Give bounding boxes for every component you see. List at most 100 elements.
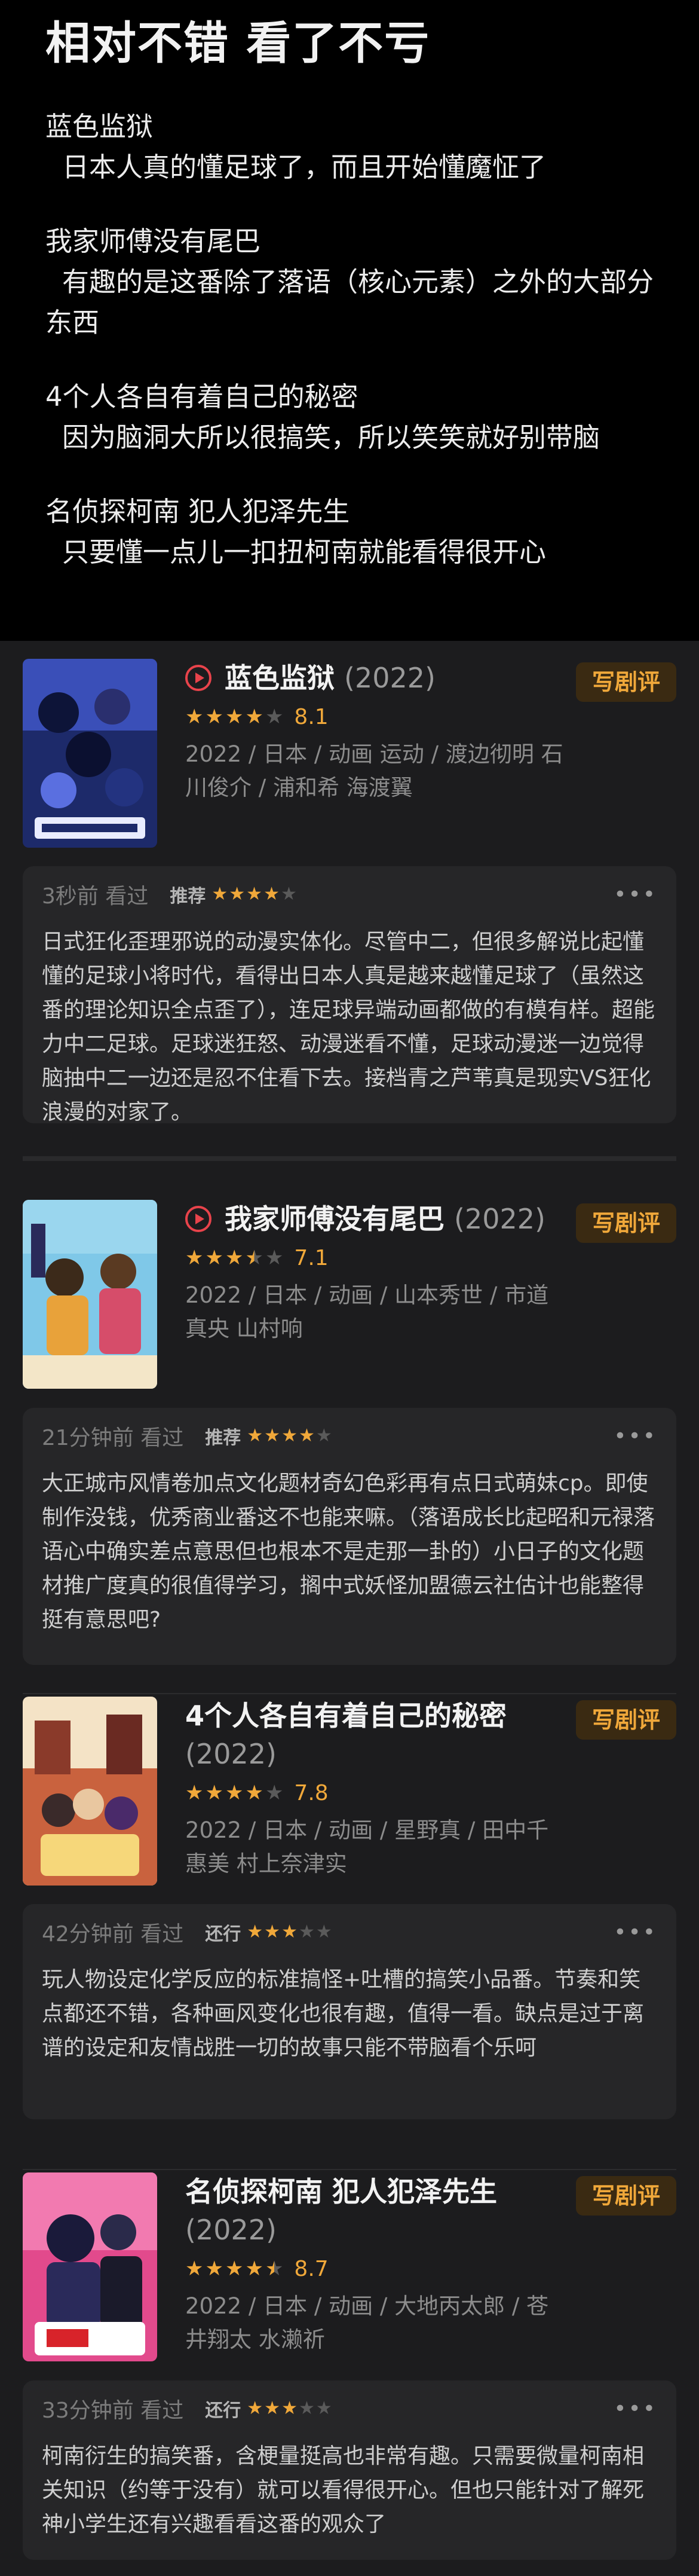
star-rating: ★ ★ ★ ★ ★ xyxy=(185,2257,283,2281)
star-icon: ★ xyxy=(247,1921,263,1942)
star-icon: ★ xyxy=(205,1246,223,1270)
star-icon: ★ xyxy=(265,2257,284,2281)
show-info: 4个人各自有着自己的秘密 (2022) ★ ★ ★ ★ ★ 7.8 2022 / 日本 … xyxy=(185,1697,568,1881)
show-year: (2022) xyxy=(185,2214,277,2246)
rating-row: ★ ★ ★ ★ ★ 7.8 xyxy=(185,1779,568,1807)
rating-row: ★ ★ ★ ★ ★ 8.7 xyxy=(185,2255,568,2282)
star-icon: ★ xyxy=(265,1246,284,1270)
show-year: (2022) xyxy=(185,1738,277,1770)
show-info: 我家师傅没有尾巴 (2022) ★ ★ ★ ★ ★ 7.1 2022 / 日本 / 动画… xyxy=(185,1200,568,1346)
more-options-icon[interactable]: ••• xyxy=(614,2397,657,2421)
intro-entry: 名侦探柯南 犯人犯泽先生 只要懂一点儿一扣扭柯南就能看得很开心 xyxy=(45,491,654,573)
show-title[interactable]: 蓝色监狱 (2022) xyxy=(185,659,568,697)
review-text: 柯南衍生的搞笑番，含梗量挺高也非常有趣。只需要微量柯南相关知识（约等于没有）就可… xyxy=(42,2444,645,2537)
poster-image[interactable] xyxy=(23,1200,157,1389)
play-icon[interactable] xyxy=(185,1206,211,1232)
poster-image[interactable] xyxy=(23,1697,157,1886)
intro-entry-title: 蓝色监狱 xyxy=(45,111,154,142)
rating-row: ★ ★ ★ ★ ★ 7.1 xyxy=(185,1244,568,1272)
show-title[interactable]: 名侦探柯南 犯人犯泽先生 (2022) xyxy=(185,2172,568,2249)
review-star-rating: ★ ★ ★ ★ ★ xyxy=(247,2398,332,2419)
show-name: 我家师傅没有尾巴 xyxy=(225,1203,444,1235)
review-box[interactable]: 21分钟前 看过 推荐 ★ ★ ★ ★ ★ ••• 大正城市风情卷加点文化题材奇幻色彩再… xyxy=(23,1408,676,1665)
review-star-rating: ★ ★ ★ ★ ★ xyxy=(247,1922,332,1942)
divider xyxy=(23,2169,676,2170)
intro-section: 相对不错 看了不亏 蓝色监狱 日本人真的懂足球了，而且开始懂魔怔了 我家师傅没有… xyxy=(0,0,699,641)
show-title[interactable]: 4个人各自有着自己的秘密 (2022) xyxy=(185,1697,568,1773)
review-star-rating: ★ ★ ★ ★ ★ xyxy=(211,884,297,904)
intro-entry-body: 只要懂一点儿一扣扭柯南就能看得很开心 xyxy=(62,536,547,568)
write-review-button[interactable]: 写剧评 xyxy=(576,1203,676,1243)
review-text: 大正城市风情卷加点文化题材奇幻色彩再有点日式萌妹cp。即使制作没钱，优秀商业番这… xyxy=(42,1471,655,1632)
write-review-button[interactable]: 写剧评 xyxy=(576,2176,676,2216)
review-box[interactable]: 42分钟前 看过 还行 ★ ★ ★ ★ ★ ••• 玩人物设定化学反应的标准搞怪+吐槽的… xyxy=(23,1904,676,2119)
review-star-rating: ★ ★ ★ ★ ★ xyxy=(247,1426,332,1446)
show-name: 4个人各自有着自己的秘密 xyxy=(185,1700,507,1732)
star-rating: ★ ★ ★ ★ ★ xyxy=(185,1781,283,1805)
star-icon: ★ xyxy=(225,705,244,729)
review-time: 33分钟前 看过 xyxy=(42,2398,184,2423)
star-icon: ★ xyxy=(280,884,297,904)
star-icon: ★ xyxy=(247,2398,263,2419)
star-rating: ★ ★ ★ ★ ★ xyxy=(185,705,283,729)
more-options-icon[interactable]: ••• xyxy=(614,1424,657,1449)
star-icon: ★ xyxy=(281,1425,298,1446)
rating-row: ★ ★ ★ ★ ★ 8.1 xyxy=(185,703,568,731)
star-icon: ★ xyxy=(205,705,223,729)
poster-image[interactable] xyxy=(23,659,157,848)
star-icon: ★ xyxy=(225,1246,244,1270)
star-icon: ★ xyxy=(211,884,228,904)
show-info: 蓝色监狱 (2022) ★ ★ ★ ★ ★ 8.1 2022 / 日本 / 动画 运动 … xyxy=(185,659,568,805)
star-icon: ★ xyxy=(281,1921,298,1942)
star-icon: ★ xyxy=(264,2398,281,2419)
play-icon[interactable] xyxy=(185,665,211,691)
review-box[interactable]: 3秒前 看过 推荐 ★ ★ ★ ★ ★ ••• 日式狂化歪理邪说的动漫实体化。尽管中二，… xyxy=(23,866,676,1124)
intro-entry-body: 日本人真的懂足球了，而且开始懂魔怔了 xyxy=(62,151,547,183)
intro-entry: 我家师傅没有尾巴 有趣的是这番除了落语（核心元素）之外的大部分东西 xyxy=(45,221,654,343)
score: 8.7 xyxy=(294,2256,329,2281)
show-year: (2022) xyxy=(454,1203,545,1235)
star-rating: ★ ★ ★ ★ ★ xyxy=(185,1246,283,1270)
show-name: 蓝色监狱 xyxy=(225,662,335,694)
review-tag: 还行 xyxy=(205,2400,241,2421)
more-options-icon[interactable]: ••• xyxy=(614,1920,657,1945)
show-meta: 2022 / 日本 / 动画 / 山本秀世 / 市道真央 山村响 xyxy=(185,1282,549,1342)
divider xyxy=(23,1156,676,1161)
more-options-icon[interactable]: ••• xyxy=(614,882,657,907)
intro-entry-title: 名侦探柯南 犯人犯泽先生 xyxy=(45,496,350,527)
intro-entry-body: 有趣的是这番除了落语（核心元素）之外的大部分东西 xyxy=(45,266,654,338)
star-icon: ★ xyxy=(245,1781,263,1805)
write-review-button[interactable]: 写剧评 xyxy=(576,662,676,702)
intro-entry: 4个人各自有着自己的秘密 因为脑洞大所以很搞笑，所以笑笑就好别带脑 xyxy=(45,377,654,458)
score: 8.1 xyxy=(294,704,329,729)
star-icon: ★ xyxy=(281,2398,298,2419)
divider xyxy=(23,1693,676,1694)
star-icon: ★ xyxy=(298,1425,315,1446)
review-tag: 还行 xyxy=(205,1924,241,1945)
star-icon: ★ xyxy=(298,1921,315,1942)
star-icon: ★ xyxy=(245,2257,263,2281)
star-icon: ★ xyxy=(315,1921,332,1942)
star-icon: ★ xyxy=(247,1425,263,1446)
star-icon: ★ xyxy=(185,2257,204,2281)
star-icon: ★ xyxy=(315,1425,332,1446)
star-icon: ★ xyxy=(229,884,246,904)
intro-entry-title: 4个人各自有着自己的秘密 xyxy=(45,381,358,412)
write-review-button[interactable]: 写剧评 xyxy=(576,1700,676,1740)
review-time: 3秒前 看过 xyxy=(42,884,149,909)
star-icon: ★ xyxy=(225,1781,244,1805)
review-tag: 推荐 xyxy=(205,1428,241,1449)
star-icon: ★ xyxy=(246,884,263,904)
star-icon: ★ xyxy=(298,2398,315,2419)
review-header: 21分钟前 看过 推荐 ★ ★ ★ ★ ★ ••• xyxy=(42,1421,657,1451)
show-meta: 2022 / 日本 / 动画 运动 / 渡边彻明 石川俊介 / 浦和希 海渡翼 xyxy=(185,741,563,800)
review-box[interactable]: 33分钟前 看过 还行 ★ ★ ★ ★ ★ ••• 柯南衍生的搞笑番，含梗量挺高也非常有… xyxy=(23,2381,676,2560)
star-icon: ★ xyxy=(245,705,263,729)
poster-image[interactable] xyxy=(23,2172,157,2361)
intro-title: 相对不错 看了不亏 xyxy=(45,17,431,69)
star-icon: ★ xyxy=(265,1781,284,1805)
review-time: 21分钟前 看过 xyxy=(42,1426,184,1450)
show-title[interactable]: 我家师傅没有尾巴 (2022) xyxy=(185,1200,568,1238)
show-name: 名侦探柯南 犯人犯泽先生 xyxy=(185,2175,498,2208)
star-icon: ★ xyxy=(265,705,284,729)
